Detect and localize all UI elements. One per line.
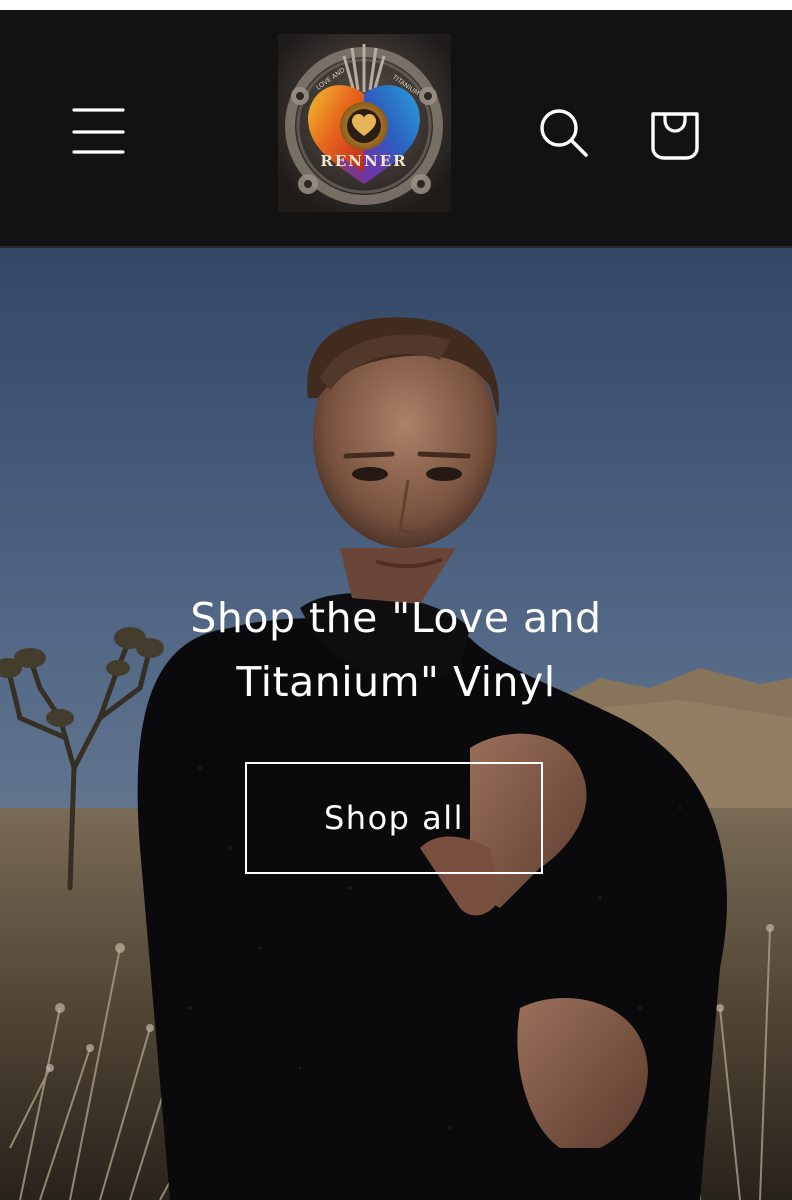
site-logo-link[interactable]: RENNER LOVE AND TITANIUM [278,34,451,212]
renner-logo: RENNER LOVE AND TITANIUM [278,34,451,212]
shop-all-button[interactable]: Shop all [245,762,543,874]
hero-heading: Shop the "Love and Titanium" Vinyl [190,594,602,706]
shopping-bag-icon [651,112,699,160]
cart-button[interactable] [644,102,706,166]
hero-content: Shop the "Love and Titanium" Vinyl Shop … [0,586,792,874]
hero-image [0,248,792,1200]
search-icon [540,109,588,157]
search-button[interactable] [534,104,594,164]
hero-banner: Shop the "Love and Titanium" Vinyl Shop … [0,248,792,1200]
site-header: RENNER LOVE AND TITANIUM [0,10,792,248]
hamburger-menu-icon [72,108,125,154]
logo-wordmark: RENNER [320,152,407,170]
menu-button[interactable] [64,94,132,154]
storefront-page: RENNER LOVE AND TITANIUM Shop the "Love … [0,0,792,1200]
